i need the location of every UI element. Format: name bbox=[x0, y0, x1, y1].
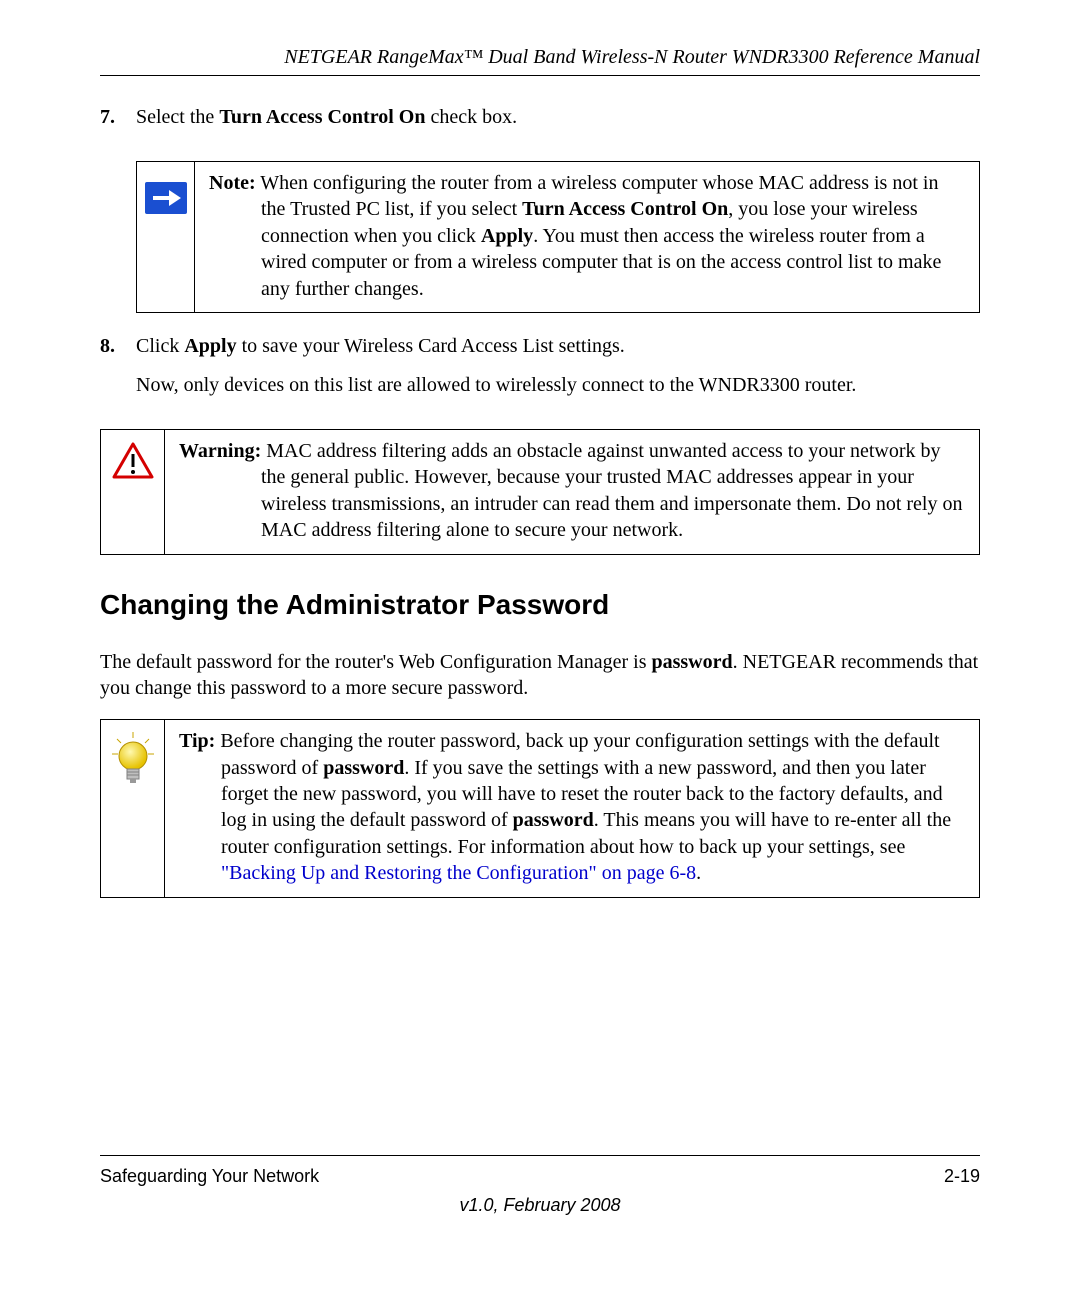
page-footer: Safeguarding Your Network 2-19 v1.0, Feb… bbox=[100, 1155, 980, 1216]
step-number: 7. bbox=[100, 104, 136, 131]
footer-rule bbox=[100, 1155, 980, 1156]
intro-paragraph: The default password for the router's We… bbox=[100, 649, 980, 702]
header-rule bbox=[100, 75, 980, 76]
lightbulb-icon bbox=[110, 732, 156, 790]
step-7-text: Select the Turn Access Control On check … bbox=[136, 104, 980, 131]
backup-restore-link[interactable]: "Backing Up and Restoring the Configurat… bbox=[221, 862, 696, 884]
running-header: NETGEAR RangeMax™ Dual Band Wireless-N R… bbox=[100, 46, 980, 69]
step-8-line2: Now, only devices on this list are allow… bbox=[136, 372, 980, 399]
tip-text: Tip: Before changing the router password… bbox=[179, 728, 965, 886]
step-7: 7. Select the Turn Access Control On che… bbox=[100, 104, 980, 143]
warning-triangle-icon bbox=[112, 442, 154, 480]
warning-text: Warning: MAC address filtering adds an o… bbox=[179, 438, 965, 544]
tip-icon-cell bbox=[101, 720, 165, 896]
section-heading: Changing the Administrator Password bbox=[100, 589, 980, 621]
arrow-right-icon bbox=[145, 182, 187, 214]
tip-callout: Tip: Before changing the router password… bbox=[100, 719, 980, 897]
note-callout: Note: When configuring the router from a… bbox=[136, 161, 980, 313]
warning-callout: Warning: MAC address filtering adds an o… bbox=[100, 429, 980, 555]
note-icon-cell bbox=[137, 162, 195, 312]
step-number: 8. bbox=[100, 333, 136, 360]
note-text: Note: When configuring the router from a… bbox=[209, 170, 965, 302]
warning-icon-cell bbox=[101, 430, 165, 554]
footer-version: v1.0, February 2008 bbox=[100, 1195, 980, 1216]
step-8-line1: Click Apply to save your Wireless Card A… bbox=[136, 333, 980, 360]
footer-page-number: 2-19 bbox=[944, 1166, 980, 1187]
footer-section-title: Safeguarding Your Network bbox=[100, 1166, 319, 1187]
step-8: 8. Click Apply to save your Wireless Car… bbox=[100, 333, 980, 411]
